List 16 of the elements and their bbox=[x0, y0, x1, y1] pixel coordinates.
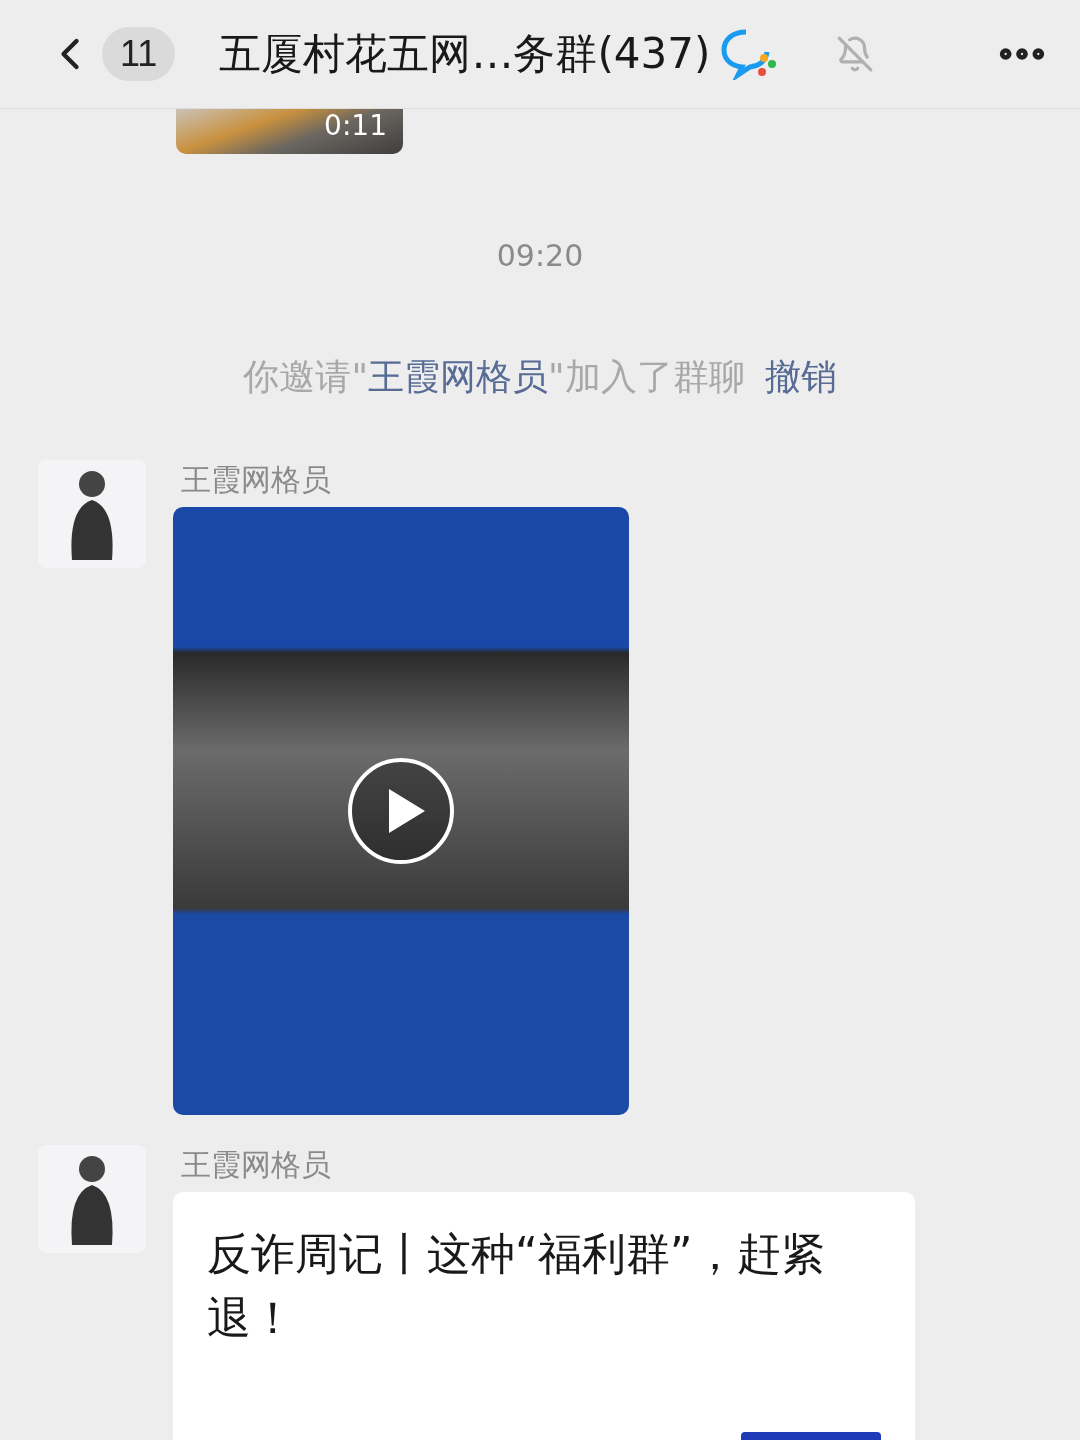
play-icon[interactable] bbox=[347, 757, 455, 865]
back-button[interactable]: 11 bbox=[44, 27, 176, 81]
link-card[interactable]: 反诈周记丨这种“福利群”，赶紧退！ bbox=[173, 1192, 915, 1440]
avatar[interactable] bbox=[38, 460, 146, 568]
chat-title: 五厦村花五网…务群(437) bbox=[219, 28, 711, 80]
timestamp: 09:20 bbox=[496, 238, 584, 273]
link-title: 反诈周记丨这种“福利群”，赶紧退！ bbox=[207, 1227, 826, 1345]
avatar[interactable] bbox=[38, 1145, 146, 1253]
sender-name: 王霞网格员 bbox=[181, 1146, 332, 1184]
undo-link[interactable]: 撤销 bbox=[764, 356, 837, 397]
unread-count: 11 bbox=[102, 27, 176, 81]
member-name-link[interactable]: 王霞网格员 bbox=[368, 356, 548, 397]
video-thumbnail[interactable]: 0:11 bbox=[176, 109, 403, 154]
video-duration: 0:11 bbox=[324, 109, 387, 142]
sender-name: 王霞网格员 bbox=[181, 461, 332, 499]
system-message: 你邀请"王霞网格员"加入了群聊 撤销 bbox=[243, 355, 837, 399]
